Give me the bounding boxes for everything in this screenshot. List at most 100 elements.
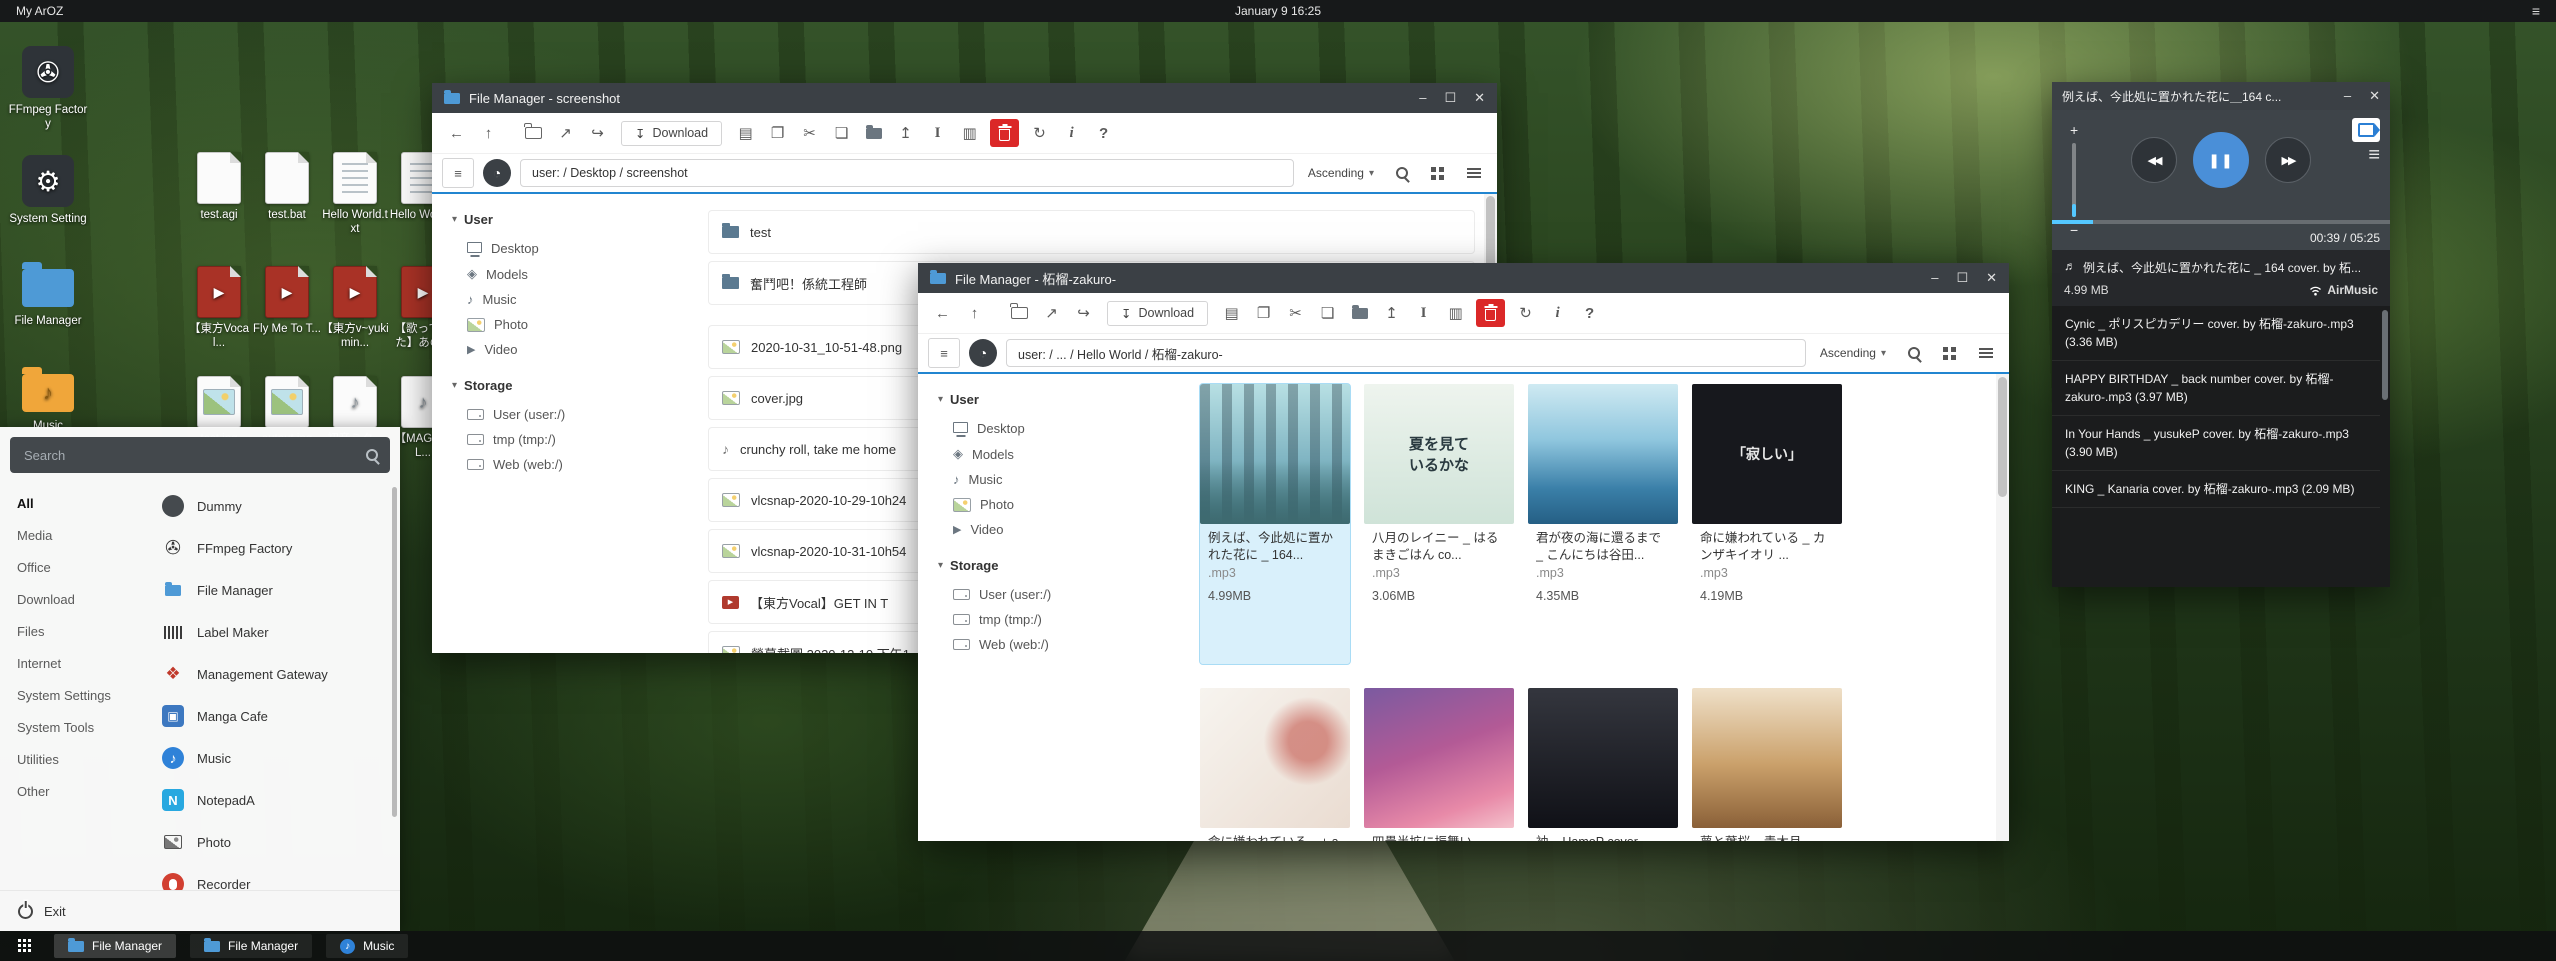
- file-tile-august-rainy[interactable]: 夏を見て いるかな 八月のレイニー _ はるまきごはん co....mp33.0…: [1364, 384, 1514, 664]
- grid-view-button[interactable]: [1424, 160, 1451, 186]
- desktop-icon-file-manager[interactable]: File Manager: [2, 261, 94, 328]
- playlist-item-happy-birthday[interactable]: HAPPY BIRTHDAY _ back number cover. by 柘…: [2052, 361, 2380, 416]
- help-button[interactable]: ?: [1089, 119, 1118, 147]
- up-button[interactable]: ↑: [474, 119, 503, 147]
- taskbar-item-music[interactable]: ♪Music: [326, 934, 408, 958]
- scrollbar[interactable]: [1996, 374, 2009, 841]
- desktop-file-fly-me-to[interactable]: ▶ Fly Me To T...: [253, 266, 321, 336]
- maximize-button[interactable]: ☐: [1444, 90, 1456, 106]
- info-button[interactable]: i: [1543, 299, 1572, 327]
- file-tile-yume-to-hazakura[interactable]: 夢と葉桜 _ 青木月...: [1692, 688, 1842, 841]
- properties-button[interactable]: ▥: [955, 119, 984, 147]
- copy-button[interactable]: ❐: [1249, 299, 1278, 327]
- sidebar-item-video[interactable]: ▶Video: [938, 517, 1188, 542]
- new-file-button[interactable]: ❏: [1313, 299, 1342, 327]
- upload-button[interactable]: ↥: [891, 119, 920, 147]
- properties-button[interactable]: ▥: [1441, 299, 1470, 327]
- copy-button[interactable]: ❐: [763, 119, 792, 147]
- category-system-tools[interactable]: System Tools: [0, 711, 150, 743]
- close-button[interactable]: ✕: [2369, 88, 2380, 104]
- app-item-dummy[interactable]: Dummy: [150, 485, 400, 527]
- app-item-manga-cafe[interactable]: ▣Manga Cafe: [150, 695, 400, 737]
- file-tile-inochi[interactable]: 「寂しい」 命に嫌われている _ カンザキイオリ ....mp34.19MB: [1692, 384, 1842, 664]
- search-bar[interactable]: [10, 437, 390, 473]
- sidebar-item-desktop[interactable]: Desktop: [938, 416, 1188, 441]
- sidebar-item-music[interactable]: ♪Music: [452, 287, 702, 312]
- window-titlebar[interactable]: File Manager - screenshot – ☐ ✕: [432, 83, 1497, 113]
- file-tile-164-flower[interactable]: 例えば、今此処に置かれた花に _ 164....mp34.99MB: [1200, 384, 1350, 664]
- delete-button[interactable]: [990, 119, 1019, 147]
- desktop-file-touhou-yukimin[interactable]: ▶ 【東方v~yukimin...: [321, 266, 389, 351]
- cut-button[interactable]: ✂: [1281, 299, 1310, 327]
- desktop-icon-ffmpeg-factory[interactable]: ✇ FFmpeg Factory: [2, 46, 94, 132]
- share-button[interactable]: ↪: [583, 119, 612, 147]
- desktop-icon-system-setting[interactable]: ⚙ System Setting: [2, 155, 94, 226]
- playlist-scrollbar[interactable]: [2382, 310, 2388, 400]
- category-files[interactable]: Files: [0, 615, 150, 647]
- category-download[interactable]: Download: [0, 583, 150, 615]
- app-launcher-button[interactable]: [10, 934, 40, 958]
- open-new-tab-button[interactable]: ↗: [551, 119, 580, 147]
- sort-dropdown[interactable]: Ascending▾: [1303, 166, 1379, 180]
- minimize-button[interactable]: –: [1419, 90, 1426, 106]
- window-titlebar[interactable]: File Manager - 柘榴-zakuro- – ☐ ✕: [918, 263, 2009, 293]
- file-tile-night-sea[interactable]: 君が夜の海に還るまで _ こんにちは谷田....mp34.35MB: [1528, 384, 1678, 664]
- category-internet[interactable]: Internet: [0, 647, 150, 679]
- list-view-button[interactable]: [1460, 160, 1487, 186]
- sidebar-item-video[interactable]: ▶Video: [452, 337, 702, 362]
- close-button[interactable]: ✕: [1986, 270, 1997, 286]
- refresh-button[interactable]: ↻: [1025, 119, 1054, 147]
- sidebar-section-user[interactable]: ▾User: [938, 392, 1188, 407]
- up-button[interactable]: ↑: [960, 299, 989, 327]
- volume-up-button[interactable]: +: [2070, 122, 2078, 138]
- playlist-toggle-button[interactable]: ≡: [2368, 144, 2380, 167]
- sidebar-item-models[interactable]: ◈Models: [452, 261, 702, 287]
- sidebar-item-desktop[interactable]: Desktop: [452, 236, 702, 261]
- time-machine-button[interactable]: ◔: [969, 339, 997, 367]
- desktop-file-test-agi[interactable]: test.agi: [185, 152, 253, 222]
- volume-down-button[interactable]: −: [2070, 222, 2078, 238]
- new-folder-button[interactable]: [859, 119, 888, 147]
- sidebar-section-storage[interactable]: ▾Storage: [938, 558, 1188, 573]
- category-system-settings[interactable]: System Settings: [0, 679, 150, 711]
- taskbar-item-file-manager-2[interactable]: File Manager: [190, 934, 312, 958]
- search-button[interactable]: [1388, 160, 1415, 186]
- category-utilities[interactable]: Utilities: [0, 743, 150, 775]
- app-item-notepada[interactable]: NNotepadA: [150, 779, 400, 821]
- category-media[interactable]: Media: [0, 519, 150, 551]
- sidebar-item-web-drive[interactable]: Web (web:/): [938, 632, 1188, 657]
- app-item-file-manager[interactable]: File Manager: [150, 569, 400, 611]
- scrollbar-thumb[interactable]: [1998, 377, 2007, 497]
- sort-dropdown[interactable]: Ascending▾: [1815, 346, 1891, 360]
- sidebar-item-music[interactable]: ♪Music: [938, 467, 1188, 492]
- help-button[interactable]: ?: [1575, 299, 1604, 327]
- time-machine-button[interactable]: ◔: [483, 159, 511, 187]
- back-button[interactable]: ←: [442, 119, 471, 147]
- sidebar-item-tmp-drive[interactable]: tmp (tmp:/): [938, 607, 1188, 632]
- cut-button[interactable]: ✂: [795, 119, 824, 147]
- app-item-recorder[interactable]: Recorder: [150, 863, 400, 890]
- maximize-button[interactable]: ☐: [1956, 270, 1968, 286]
- rename-button[interactable]: I: [1409, 299, 1438, 327]
- next-track-button[interactable]: ▶▶: [2265, 137, 2311, 183]
- sidebar-item-tmp-drive[interactable]: tmp (tmp:/): [452, 427, 702, 452]
- file-row-test[interactable]: test: [708, 210, 1475, 254]
- exit-button[interactable]: Exit: [0, 890, 400, 931]
- app-item-management-gateway[interactable]: ❖Management Gateway: [150, 653, 400, 695]
- search-input[interactable]: [22, 447, 358, 464]
- paste-button[interactable]: ▤: [731, 119, 760, 147]
- playlist-item-cynic[interactable]: Cynic _ ポリスピカデリー cover. by 柘榴-zakuro-.mp…: [2052, 306, 2380, 361]
- close-button[interactable]: ✕: [1474, 90, 1485, 106]
- hamburger-menu-icon[interactable]: ≡: [2532, 3, 2540, 19]
- search-button[interactable]: [1900, 340, 1927, 366]
- rename-button[interactable]: I: [923, 119, 952, 147]
- upload-button[interactable]: ↥: [1377, 299, 1406, 327]
- sidebar-item-web-drive[interactable]: Web (web:/): [452, 452, 702, 477]
- share-button[interactable]: ↪: [1069, 299, 1098, 327]
- file-tile-sode[interactable]: 袖 _ HamoP cover...: [1528, 688, 1678, 841]
- sidebar-item-photo[interactable]: Photo: [452, 312, 702, 337]
- brand-label[interactable]: My ArOZ: [16, 4, 63, 18]
- open-button[interactable]: [519, 119, 548, 147]
- minimize-button[interactable]: –: [2344, 88, 2351, 104]
- breadcrumb[interactable]: user: / Desktop / screenshot: [520, 159, 1294, 187]
